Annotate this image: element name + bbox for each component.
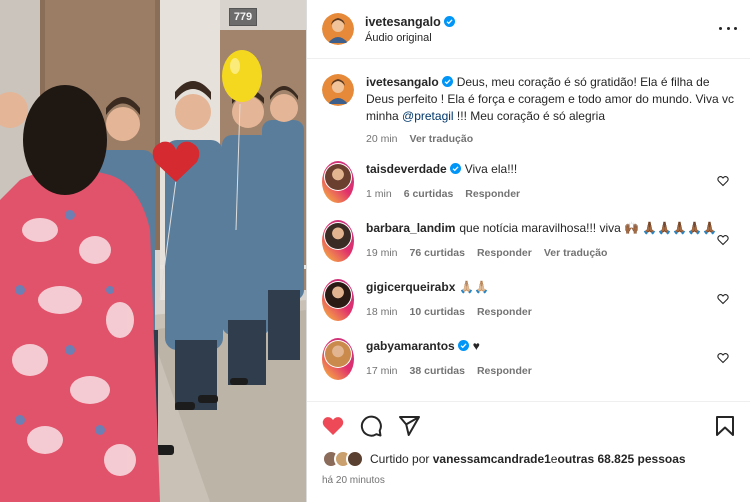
caption-time: 20 min — [366, 133, 398, 145]
comment-time: 17 min — [366, 365, 398, 377]
caption-translate-link[interactable]: Ver tradução — [410, 131, 474, 148]
comment-like-icon[interactable] — [717, 175, 729, 187]
comment-body: 🙏🏼🙏🏼 — [459, 280, 490, 294]
comment-username-text[interactable]: gabyamarantos — [366, 339, 455, 353]
caption-text: ivetesangalo Deus, meu coração é só grati… — [366, 74, 737, 125]
comment-item: taisdeverdade Viva ela!!! 1 min 6 curtidas R… — [322, 161, 737, 203]
comment-username-text[interactable]: gigicerqueirabx — [366, 280, 455, 294]
comment-likes-count[interactable]: 6 curtidas — [404, 186, 454, 203]
comment-likes-count[interactable]: 76 curtidas — [410, 245, 465, 262]
liked-by-user[interactable]: vanessamcandrade1 — [433, 452, 551, 466]
comment-time: 18 min — [366, 306, 398, 318]
liker-avatar — [346, 450, 364, 468]
comment-icon[interactable] — [359, 414, 383, 438]
comment-text: taisdeverdade Viva ela!!! — [366, 161, 737, 178]
comment-item: gabyamarantos ♥ 17 min 38 curtidas Responder — [322, 338, 737, 380]
verified-icon — [441, 76, 453, 87]
verified-icon — [443, 16, 455, 27]
comment-item: barbara_landim que notícia maravilhosa!!!… — [322, 220, 737, 262]
comment-body: Viva ela!!! — [464, 162, 518, 176]
author-username-text[interactable]: ivetesangalo — [365, 15, 441, 29]
mention-link[interactable]: @pretagil — [402, 109, 454, 123]
comment-body: ♥ — [472, 339, 480, 353]
reply-button[interactable]: Responder — [465, 186, 520, 203]
commenter-avatar[interactable] — [322, 161, 354, 203]
comment-like-icon[interactable] — [717, 293, 729, 305]
post-header: ivetesangalo Áudio original — [307, 0, 750, 59]
comment-time: 1 min — [366, 188, 392, 200]
caption-body-end: !!! Meu coração é só alegria — [453, 109, 605, 123]
share-icon[interactable] — [397, 414, 421, 438]
comment-username[interactable]: barbara_landim — [366, 221, 455, 235]
room-number-sign: 779 — [229, 8, 257, 26]
comment-username-text[interactable]: barbara_landim — [366, 221, 455, 235]
verified-icon — [457, 340, 469, 351]
verified-icon — [449, 163, 461, 174]
comment-text: barbara_landim que notícia maravilhosa!!!… — [366, 220, 737, 237]
likes-prefix: Curtido por — [370, 452, 430, 466]
comment-username[interactable]: gabyamarantos — [366, 339, 469, 353]
likes-summary: Curtido por vanessamcandrade1 e outras 6… — [322, 450, 686, 468]
post-details-panel: ivetesangalo Áudio original ivetesangalo… — [306, 0, 750, 502]
comment-body: que notícia maravilhosa!!! viva 🙌🏾 🙏🏾🙏🏾🙏… — [459, 221, 718, 235]
liked-by-avatars[interactable] — [322, 450, 364, 468]
comment-item: gigicerqueirabx 🙏🏼🙏🏼 18 min 10 curtidas Resp… — [322, 279, 737, 321]
comment-likes-count[interactable]: 10 curtidas — [410, 304, 465, 321]
comment-text: gabyamarantos ♥ — [366, 338, 737, 355]
video-frame-illustration — [0, 0, 306, 502]
reply-button[interactable]: Responder — [477, 304, 532, 321]
comment-username[interactable]: taisdeverdade — [366, 162, 461, 176]
comment-text: gigicerqueirabx 🙏🏼🙏🏼 — [366, 279, 737, 296]
commenter-avatar[interactable] — [322, 338, 354, 380]
comment-likes-count[interactable]: 38 curtidas — [410, 363, 465, 380]
more-options-icon[interactable] — [719, 20, 737, 36]
comment-like-icon[interactable] — [717, 234, 729, 246]
post-timestamp: há 20 minutos — [322, 475, 385, 486]
post-video[interactable]: 779 — [0, 0, 306, 502]
caption: ivetesangalo Deus, meu coração é só grati… — [322, 74, 737, 148]
likes-count-link[interactable]: outras 68.825 pessoas — [557, 452, 685, 466]
author-username[interactable]: ivetesangalo — [365, 15, 455, 29]
heart-icon[interactable] — [321, 414, 345, 438]
commenter-avatar[interactable] — [322, 220, 354, 262]
reply-button[interactable]: Responder — [477, 363, 532, 380]
reply-button[interactable]: Responder — [477, 245, 532, 262]
commenter-avatar[interactable] — [322, 279, 354, 321]
comment-username-text[interactable]: taisdeverdade — [366, 162, 447, 176]
author-avatar[interactable] — [322, 13, 354, 45]
comment-username[interactable]: gigicerqueirabx — [366, 280, 455, 294]
translate-link[interactable]: Ver tradução — [544, 245, 608, 262]
comment-time: 19 min — [366, 247, 398, 259]
comment-like-icon[interactable] — [717, 352, 729, 364]
audio-label[interactable]: Áudio original — [365, 32, 455, 44]
comments-section: ivetesangalo Deus, meu coração é só grati… — [307, 60, 750, 400]
save-icon[interactable] — [713, 414, 737, 438]
caption-avatar[interactable] — [322, 74, 354, 106]
instagram-post-view: 779 ivetesangalo Áudio original ivetesan… — [0, 0, 750, 502]
likes-middle: e — [550, 452, 558, 466]
post-actions: Curtido por vanessamcandrade1 e outras 6… — [307, 401, 750, 502]
caption-username[interactable]: ivetesangalo — [366, 75, 453, 89]
caption-username-text[interactable]: ivetesangalo — [366, 75, 439, 89]
